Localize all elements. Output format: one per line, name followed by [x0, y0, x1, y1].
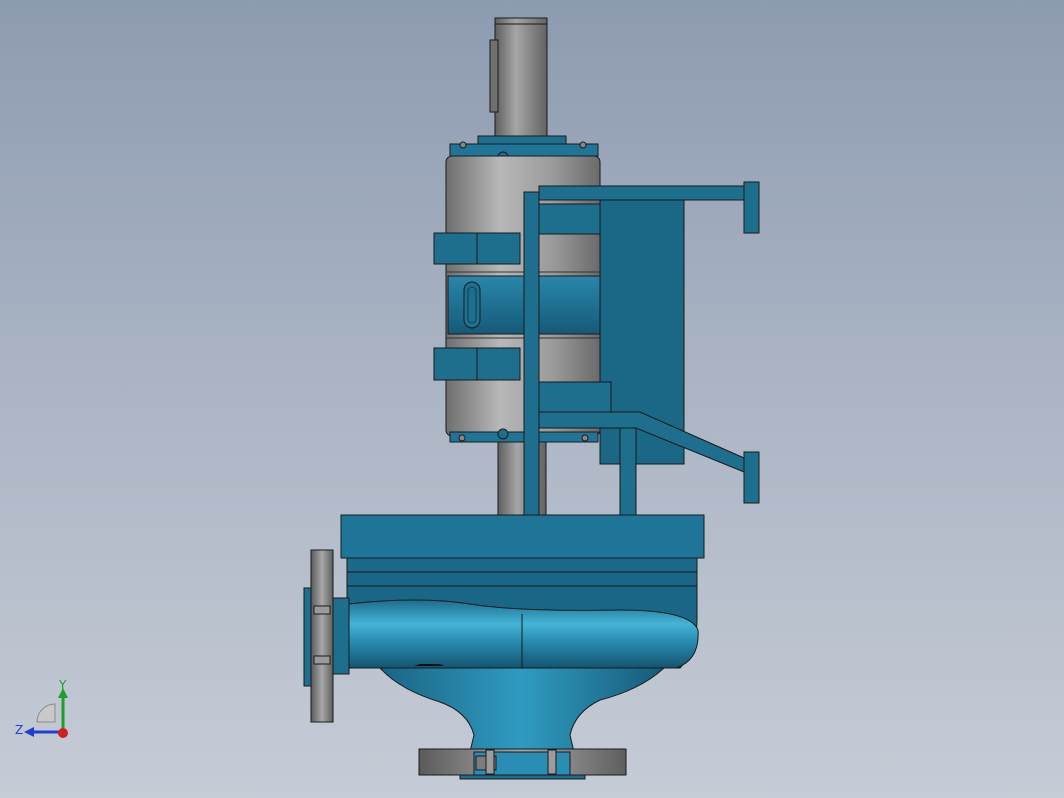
axis-triad: Y Z: [10, 676, 80, 746]
cad-viewport[interactable]: Y Z: [0, 0, 1064, 798]
pump-cover[interactable]: [340, 514, 705, 587]
lifting-lug-upper[interactable]: [433, 232, 521, 265]
y-axis-label: Y: [58, 678, 67, 692]
x-axis-point: [58, 728, 68, 738]
axis-triad-graphic: Y Z: [15, 678, 68, 738]
pump-assembly-model[interactable]: [0, 0, 1064, 798]
z-axis-label: Z: [15, 723, 23, 737]
pump-volute[interactable]: [346, 585, 699, 669]
discharge-flange[interactable]: [303, 549, 350, 723]
lifting-lug-lower[interactable]: [433, 347, 521, 381]
motor-top-cylinder[interactable]: [489, 17, 548, 137]
bottom-flange[interactable]: [418, 748, 627, 780]
pump-suction-bowl[interactable]: [378, 667, 666, 753]
